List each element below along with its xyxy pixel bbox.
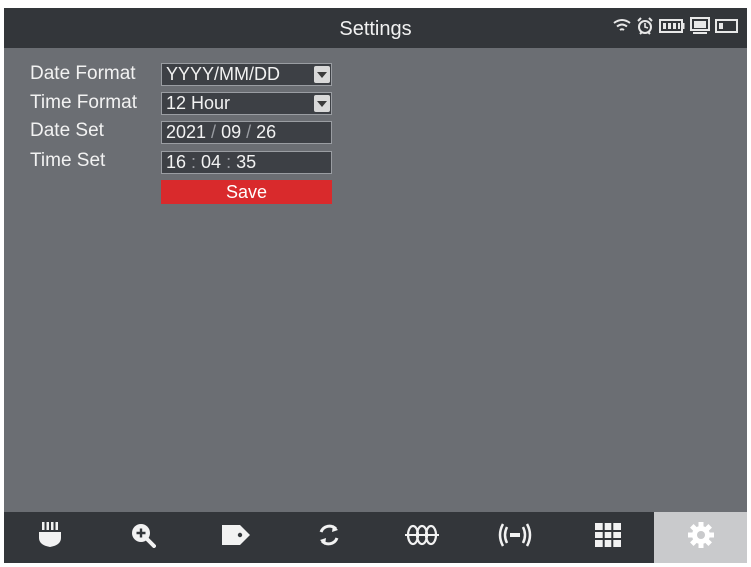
tag-icon (221, 524, 251, 551)
time-format-label: Time Format (30, 92, 137, 113)
time-format-value: 12 Hour (166, 93, 231, 113)
time-set-label: Time Set (30, 150, 106, 171)
date-format-value: YYYY/MM/DD (166, 64, 281, 84)
toolbar-grid-button[interactable] (561, 512, 654, 563)
date-format-label: Date Format (30, 63, 136, 84)
time-format-row: Time Format (30, 91, 160, 115)
monitor-icon (690, 16, 710, 40)
date-separator: / (246, 122, 252, 142)
battery-icon (659, 18, 685, 38)
toolbar-waveform-button[interactable] (376, 512, 469, 563)
grid-icon (594, 522, 622, 553)
toolbar-refresh-button[interactable] (283, 512, 376, 563)
refresh-icon (316, 522, 342, 553)
time-separator: : (191, 152, 197, 172)
title-bar: Settings (4, 8, 747, 48)
zoom-in-icon (130, 522, 157, 553)
toolbar-signal-button[interactable] (468, 512, 561, 563)
device-screen: Settings Date Format YYYY/MM/DD Time For… (4, 8, 747, 563)
time-separator: : (226, 152, 232, 172)
settings-gear-icon (686, 520, 716, 555)
toolbar-probe-button[interactable] (4, 512, 97, 563)
save-button[interactable]: Save (161, 180, 332, 204)
date-set-input: 2021/09/26 (161, 121, 332, 144)
alarm-icon (636, 16, 654, 41)
chevron-down-icon[interactable] (314, 95, 330, 112)
date-separator: / (211, 122, 217, 142)
time-format-select[interactable]: 12 Hour (161, 92, 332, 115)
chevron-down-icon[interactable] (314, 66, 330, 83)
date-set-row: Date Set (30, 119, 160, 143)
date-month-field[interactable]: 09 (221, 122, 241, 143)
date-format-row: Date Format (30, 62, 160, 86)
time-hour-field[interactable]: 16 (166, 152, 186, 173)
time-set-input: 16:04:35 (161, 151, 332, 174)
bottom-toolbar (4, 512, 747, 563)
probe-icon (38, 521, 62, 554)
date-day-field[interactable]: 26 (256, 122, 276, 143)
device-battery-icon (715, 18, 739, 38)
time-second-field[interactable]: 35 (236, 152, 256, 173)
wifi-icon (613, 18, 631, 39)
waveform-icon (404, 524, 440, 551)
time-minute-field[interactable]: 04 (201, 152, 221, 173)
toolbar-zoom-button[interactable] (97, 512, 190, 563)
date-format-select[interactable]: YYYY/MM/DD (161, 63, 332, 86)
date-year-field[interactable]: 2021 (166, 122, 206, 143)
toolbar-settings-button[interactable] (654, 512, 747, 563)
signal-icon (497, 522, 533, 553)
time-set-row: Time Set (30, 149, 160, 173)
status-icons (613, 16, 739, 41)
toolbar-tag-button[interactable] (190, 512, 283, 563)
date-set-label: Date Set (30, 120, 104, 141)
